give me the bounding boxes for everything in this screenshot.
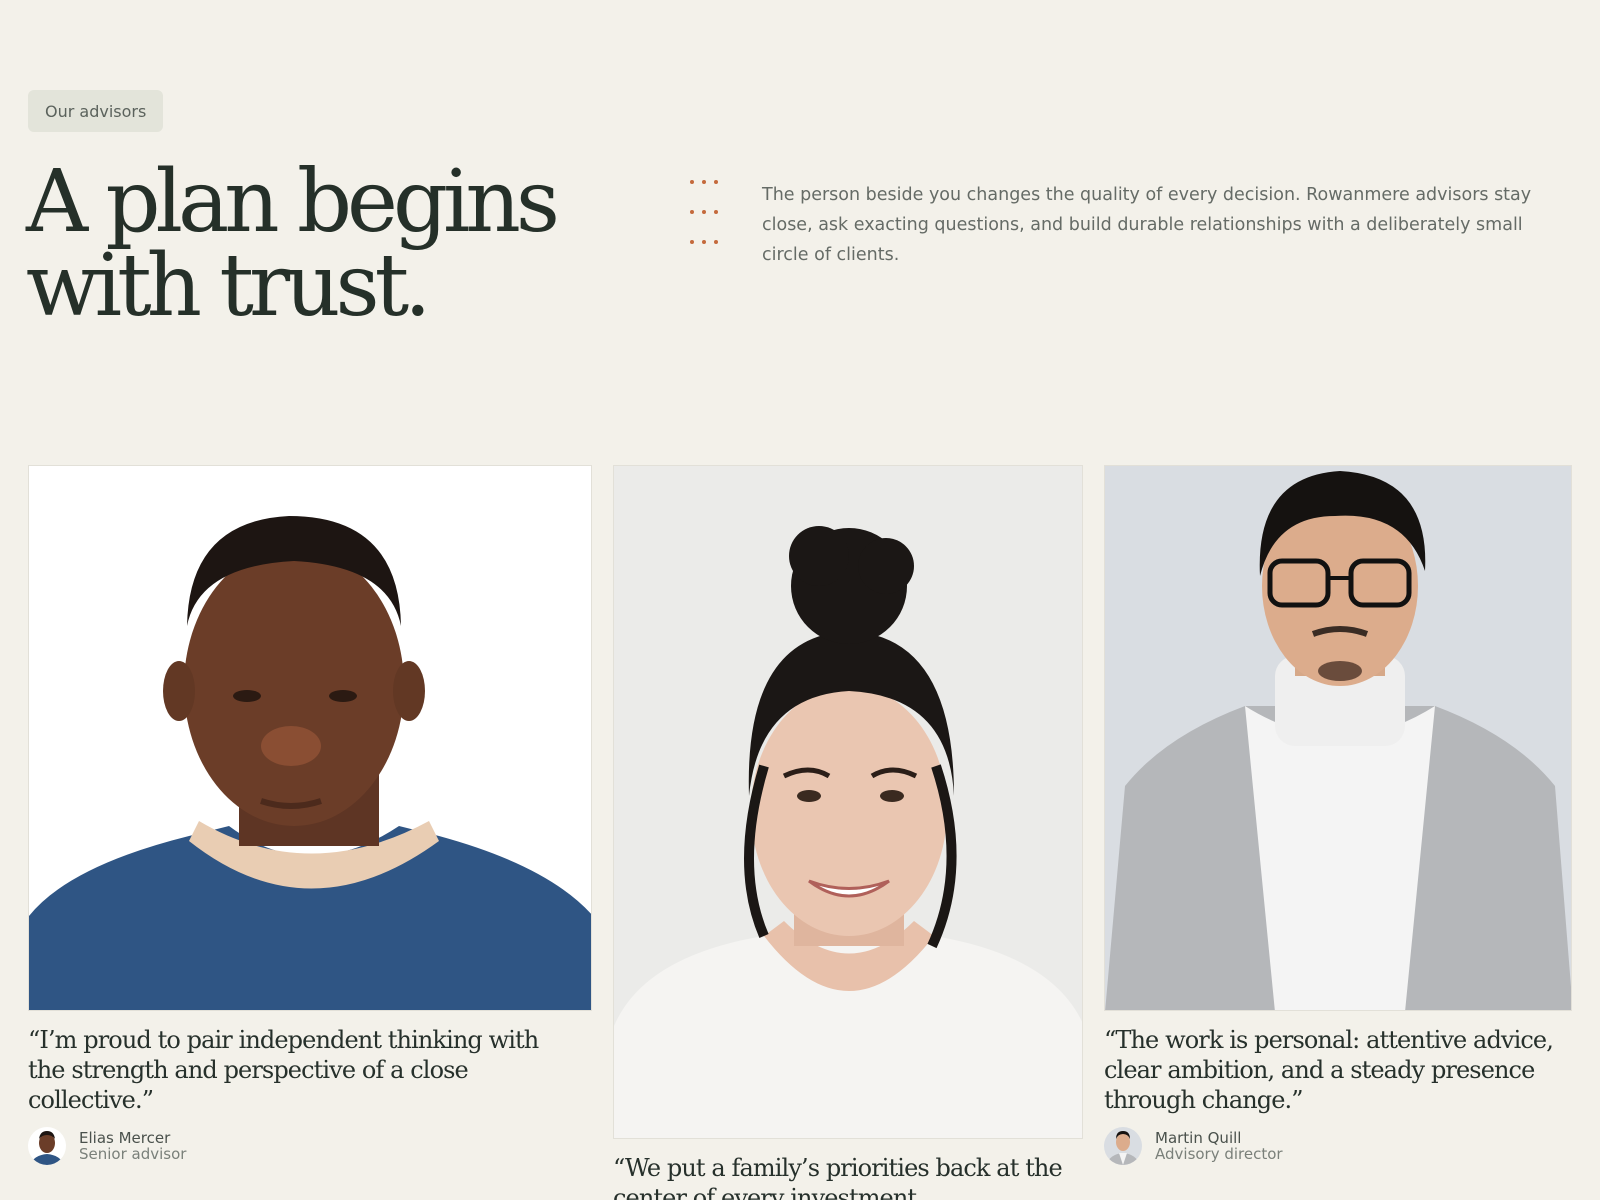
advisor-avatar-3 [1104, 1127, 1142, 1165]
advisor-photo-2 [613, 465, 1083, 1139]
advisor-avatar-1 [28, 1127, 66, 1165]
advisor-quote-1: “I’m proud to pair independent thinking … [28, 1026, 539, 1114]
section-eyebrow-tag: Our advisors [28, 90, 164, 132]
section-intro: The person beside you changes the qualit… [762, 185, 1532, 265]
headline-line-2: with trust. [26, 236, 432, 336]
advisor-role-3: Advisory director [1155, 1144, 1283, 1163]
advisor-byline-3: Martin Quill Advisory director [1104, 1127, 1283, 1165]
advisor-role-1: Senior advisor [79, 1144, 187, 1163]
advisor-quote-3: “The work is personal: attentive advice,… [1104, 1026, 1554, 1114]
advisor-name-1: Elias Mercer [79, 1128, 171, 1147]
advisor-byline-1: Elias Mercer Senior advisor [28, 1127, 186, 1165]
advisor-photo-1 [28, 465, 592, 1011]
advisor-photo-3 [1104, 465, 1572, 1011]
advisor-quote-2: “We put a family’s priorities back at th… [613, 1154, 1063, 1200]
dot-grid-icon [690, 180, 718, 244]
advisors-section: Our advisors A plan begins with trust. T… [0, 0, 1600, 1200]
advisor-name-3: Martin Quill [1155, 1128, 1242, 1147]
headline-line-1: A plan begins [26, 152, 560, 252]
section-headline: A plan begins with trust. [26, 152, 646, 336]
